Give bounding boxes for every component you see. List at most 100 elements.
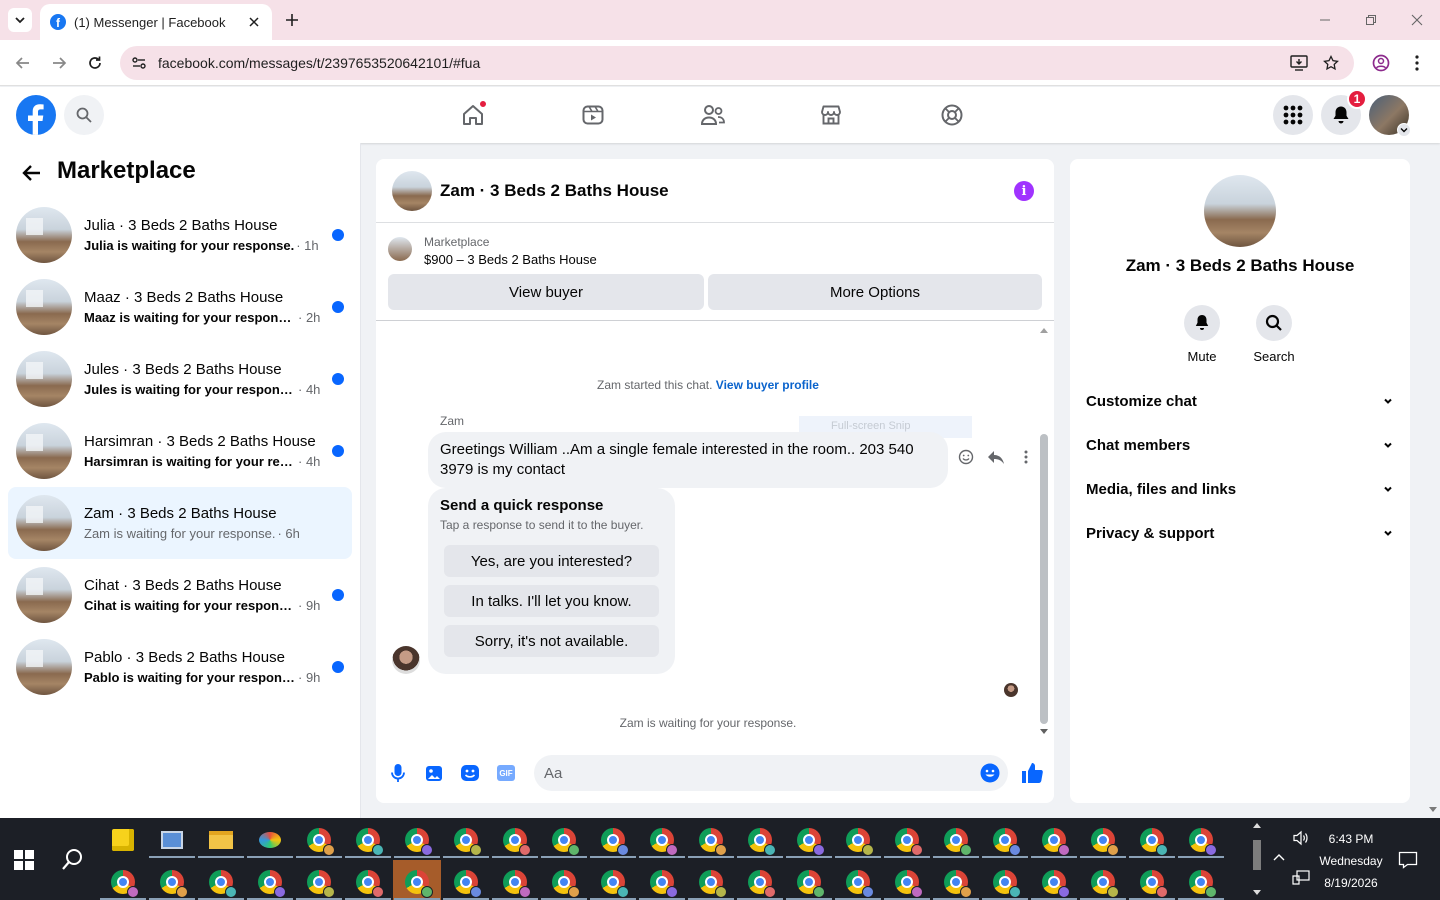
- tab-search-button[interactable]: [8, 8, 32, 32]
- menu-button[interactable]: [1273, 95, 1313, 135]
- conversation-item[interactable]: Cihat · 3 Beds 2 Baths House Cihat is wai…: [8, 559, 352, 631]
- info-icon[interactable]: i: [1014, 181, 1034, 201]
- minimize-button[interactable]: [1315, 10, 1335, 30]
- chat-title[interactable]: Zam · 3 Beds 2 Baths House: [440, 181, 669, 201]
- chrome-icon[interactable]: [1041, 869, 1070, 898]
- customize-chat-section[interactable]: Customize chat: [1078, 381, 1402, 421]
- photo-icon[interactable]: [424, 763, 444, 783]
- chrome-icon[interactable]: [110, 869, 139, 898]
- facebook-search-button[interactable]: [64, 95, 104, 135]
- chrome-icon[interactable]: [1139, 827, 1168, 856]
- chrome-icon[interactable]: [355, 827, 384, 856]
- scroll-up-arrow-icon[interactable]: [1038, 325, 1050, 335]
- quick-reply-button[interactable]: In talks. I'll let you know.: [444, 585, 659, 617]
- chrome-icon[interactable]: [845, 827, 874, 856]
- facebook-logo-icon[interactable]: [16, 95, 56, 135]
- view-buyer-button[interactable]: View buyer: [388, 274, 704, 310]
- chrome-icon[interactable]: [257, 869, 286, 898]
- chrome-icon[interactable]: [894, 869, 923, 898]
- chrome-icon[interactable]: [404, 827, 433, 856]
- bookmark-star-icon[interactable]: [1322, 54, 1340, 72]
- chrome-icon[interactable]: [698, 869, 727, 898]
- home-nav-button[interactable]: [457, 99, 489, 131]
- chrome-icon[interactable]: [551, 869, 580, 898]
- network-icon[interactable]: [1292, 870, 1310, 886]
- back-button[interactable]: [12, 52, 34, 74]
- chrome-icon[interactable]: [943, 827, 972, 856]
- more-options-button[interactable]: More Options: [708, 274, 1042, 310]
- speaker-icon[interactable]: [1292, 830, 1310, 846]
- video-nav-button[interactable]: [577, 99, 609, 131]
- back-arrow-button[interactable]: [18, 160, 44, 186]
- chrome-icon[interactable]: [355, 869, 384, 898]
- gaming-nav-button[interactable]: [936, 99, 968, 131]
- chrome-icon[interactable]: [600, 827, 629, 856]
- chrome-icon[interactable]: [698, 827, 727, 856]
- chrome-icon[interactable]: [649, 869, 678, 898]
- conversation-avatar[interactable]: [1204, 175, 1276, 247]
- notifications-button[interactable]: 1: [1321, 89, 1367, 135]
- marketplace-nav-button[interactable]: [815, 99, 847, 131]
- chrome-icon[interactable]: [796, 869, 825, 898]
- friends-nav-button[interactable]: [697, 99, 729, 131]
- chrome-icon[interactable]: [600, 869, 629, 898]
- paint-icon[interactable]: [257, 827, 283, 853]
- conversation-item[interactable]: Pablo · 3 Beds 2 Baths House Pablo is wai…: [8, 631, 352, 703]
- react-emoji-icon[interactable]: [956, 447, 976, 467]
- chrome-icon[interactable]: [1090, 869, 1119, 898]
- account-avatar[interactable]: [1369, 95, 1411, 137]
- quick-reply-button[interactable]: Sorry, it's not available.: [444, 625, 659, 657]
- restore-button[interactable]: [1361, 10, 1381, 30]
- listing-summary[interactable]: Marketplace $900 – 3 Beds 2 Baths House: [388, 233, 1042, 273]
- thumbs-up-icon[interactable]: [1020, 761, 1044, 785]
- browser-tab[interactable]: f (1) Messenger | Facebook: [40, 4, 272, 40]
- quick-reply-button[interactable]: Yes, are you interested?: [444, 545, 659, 577]
- incoming-message-bubble[interactable]: Greetings William ..Am a single female i…: [428, 432, 948, 488]
- chrome-icon[interactable]: [306, 869, 335, 898]
- reply-icon[interactable]: [986, 447, 1006, 467]
- notification-center-icon[interactable]: [1398, 851, 1418, 869]
- chrome-icon[interactable]: [747, 827, 776, 856]
- sticky-notes-icon[interactable]: [110, 827, 136, 853]
- microphone-icon[interactable]: [388, 763, 408, 783]
- scroll-down-arrow-icon[interactable]: [1038, 727, 1050, 737]
- chrome-icon[interactable]: [208, 869, 237, 898]
- conversation-item[interactable]: Zam · 3 Beds 2 Baths House Zam is waiting…: [8, 487, 352, 559]
- mute-action[interactable]: Mute: [1172, 305, 1232, 364]
- view-buyer-profile-link[interactable]: View buyer profile: [716, 378, 819, 392]
- forward-button[interactable]: [48, 52, 70, 74]
- chrome-icon[interactable]: [159, 869, 188, 898]
- clock[interactable]: 6:43 PM Wednesday 8/19/2026: [1316, 828, 1386, 894]
- site-settings-icon[interactable]: [130, 54, 148, 72]
- chrome-icon[interactable]: [502, 869, 531, 898]
- reload-button[interactable]: [84, 52, 106, 74]
- windows-start-icon[interactable]: [14, 850, 34, 870]
- search-icon[interactable]: [1256, 305, 1292, 341]
- chrome-icon[interactable]: [404, 869, 433, 898]
- emoji-icon[interactable]: [980, 763, 1000, 783]
- search-action[interactable]: Search: [1244, 305, 1304, 364]
- page-scroll-down-arrow-icon[interactable]: [1428, 805, 1438, 815]
- chat-scrollbar-thumb[interactable]: [1040, 434, 1048, 724]
- chrome-icon[interactable]: [796, 827, 825, 856]
- install-app-icon[interactable]: [1290, 54, 1308, 72]
- more-vertical-icon[interactable]: [1016, 447, 1036, 467]
- omnibox[interactable]: facebook.com/messages/t/2397653520642101…: [120, 46, 1354, 80]
- search-icon[interactable]: [60, 846, 86, 872]
- gif-icon[interactable]: GIF: [496, 763, 516, 783]
- computer-icon[interactable]: [159, 827, 185, 853]
- chrome-icon[interactable]: [894, 827, 923, 856]
- privacy-support-section[interactable]: Privacy & support: [1078, 513, 1402, 553]
- chrome-icon[interactable]: [992, 869, 1021, 898]
- conversation-item[interactable]: Harsimran · 3 Beds 2 Baths House Harsimra…: [8, 415, 352, 487]
- chrome-icon[interactable]: [453, 869, 482, 898]
- chrome-icon[interactable]: [1188, 869, 1217, 898]
- conversation-item[interactable]: Maaz · 3 Beds 2 Baths House Maaz is waiti…: [8, 271, 352, 343]
- chrome-icon[interactable]: [306, 827, 335, 856]
- media-files-links-section[interactable]: Media, files and links: [1078, 469, 1402, 509]
- conversation-item[interactable]: Julia · 3 Beds 2 Baths House Julia is wai…: [8, 199, 352, 271]
- browser-menu-button[interactable]: [1406, 52, 1428, 74]
- chrome-icon[interactable]: [551, 827, 580, 856]
- url-text[interactable]: facebook.com/messages/t/2397653520642101…: [158, 55, 480, 71]
- chrome-icon[interactable]: [992, 827, 1021, 856]
